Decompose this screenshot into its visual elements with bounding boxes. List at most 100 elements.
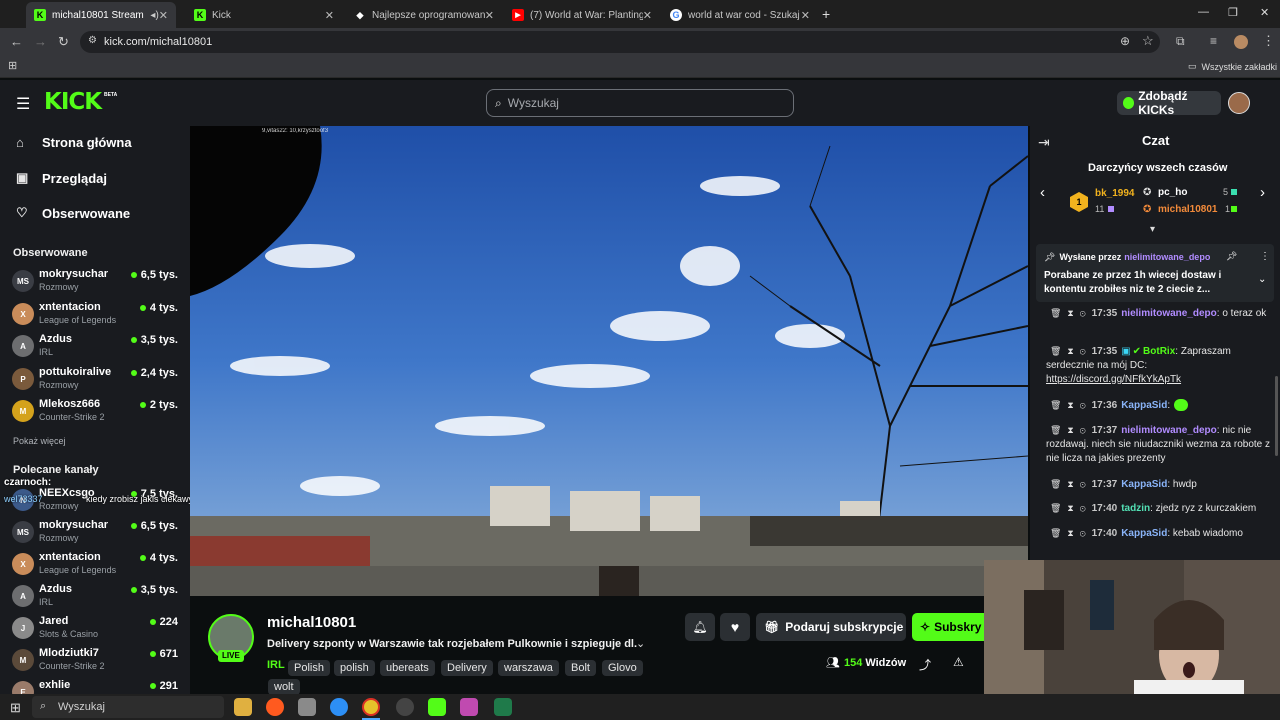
taskbar-search[interactable]: ⌕ Wyszukaj [32, 696, 224, 718]
reload-icon[interactable]: ↻ [58, 34, 69, 50]
notification-bell-button[interactable]: 🔔︎ [685, 613, 715, 641]
apps-grid-icon[interactable]: ⊞ [8, 59, 17, 72]
kick-logo[interactable]: KICK [44, 89, 102, 115]
mod-action-icons[interactable]: 🗑︎⧗⊙ [1050, 503, 1092, 513]
tag[interactable]: Polish [288, 660, 330, 676]
app-icon[interactable] [460, 698, 478, 716]
message-username[interactable]: KappaSid [1121, 479, 1167, 490]
search-input[interactable]: ⌕ Wyszukaj [486, 89, 794, 117]
bookmark-star-icon[interactable]: ☆ [1142, 33, 1154, 49]
recommended-channel[interactable]: J Jared Slots & Casino 224 [12, 614, 184, 644]
windows-start-icon[interactable]: ⊞ [10, 700, 21, 716]
recommended-channel[interactable]: X xntentacion League of Legends 4 tys. [12, 550, 184, 580]
follow-heart-button[interactable]: ♥ [720, 613, 750, 641]
nav-following[interactable]: ♡ Obserwowane [16, 205, 130, 221]
close-window-icon[interactable]: ✕ [1260, 6, 1269, 19]
mod-action-icons[interactable]: 🗑︎⧗⊙ [1050, 528, 1092, 538]
gift-subs-button[interactable]: 🎁︎ Podaruj subskrypcje [756, 613, 906, 641]
user-avatar[interactable] [1228, 92, 1250, 114]
app-icon[interactable] [494, 698, 512, 716]
followed-channel[interactable]: MS mokrysuchar Rozmowy 6,5 tys. [12, 267, 184, 297]
tag[interactable]: Delivery [441, 660, 493, 676]
brave-browser-icon[interactable] [266, 698, 284, 716]
edge-browser-icon[interactable] [330, 698, 348, 716]
mod-action-icons[interactable]: 🗑︎⧗⊙ [1050, 400, 1092, 410]
recommended-channel[interactable]: A Azdus IRL 3,5 tys. [12, 582, 184, 612]
close-tab-icon[interactable]: ✕ [325, 9, 334, 22]
menu-kebab-icon[interactable]: ⋮ [1262, 33, 1275, 49]
channel-name[interactable]: michal10801 [267, 614, 356, 631]
hamburger-menu-icon[interactable]: ☰ [16, 94, 30, 114]
chat-scrollbar[interactable] [1275, 376, 1278, 456]
recommended-channel[interactable]: M Mlodziutki7 Counter-Strike 2 671 [12, 646, 184, 676]
restore-icon[interactable]: ❐ [1228, 6, 1238, 19]
followed-channel[interactable]: M Mlekosz666 Counter-Strike 2 2 tys. [12, 397, 184, 427]
followed-channel[interactable]: X xntentacion League of Legends 4 tys. [12, 300, 184, 330]
forward-icon[interactable]: → [34, 34, 47, 49]
back-icon[interactable]: ← [10, 34, 23, 49]
obs-icon[interactable] [396, 698, 414, 716]
nav-browse[interactable]: ▣ Przeglądaj [16, 170, 107, 186]
site-info-icon[interactable]: ⚙ [88, 35, 97, 46]
pinned-message[interactable]: 📌︎ Wysłane przez nielimitowane_depo 📌︎ ⋮… [1036, 244, 1274, 302]
donor-name[interactable]: pc_ho [1158, 187, 1187, 198]
file-explorer-icon[interactable] [234, 698, 252, 716]
donor-name[interactable]: bk_1994 [1095, 188, 1134, 199]
subscribe-button[interactable]: ✧ Subskry [912, 613, 984, 641]
mod-action-icons[interactable]: 🗑︎⧗⊙ [1050, 479, 1092, 489]
speaker-icon[interactable]: ◂) [150, 10, 158, 21]
kick-app-icon[interactable] [428, 698, 446, 716]
tag[interactable]: Bolt [565, 660, 596, 676]
donor-name[interactable]: michal10801 [1158, 204, 1218, 215]
message-username[interactable]: tadzin [1121, 503, 1150, 514]
tag[interactable]: ubereats [380, 660, 435, 676]
collapse-chat-icon[interactable]: ⇥ [1038, 134, 1050, 151]
report-warning-icon[interactable]: ⚠ [953, 655, 964, 669]
browser-tab[interactable]: ◆ Najlepsze oprogramowanie do ✕ [346, 2, 502, 28]
message-link[interactable]: https://discord.gg/NFfkYkApTk [1046, 374, 1181, 385]
chevron-left-icon[interactable]: ‹ [1040, 184, 1045, 201]
tag[interactable]: polish [334, 660, 375, 676]
share-icon[interactable]: ⤴ [919, 656, 931, 673]
browser-tab-active[interactable]: K michal10801 Stream - Watc ◂) ✕ [26, 2, 176, 28]
minimize-icon[interactable]: — [1198, 6, 1209, 18]
all-bookmarks-folder[interactable]: ▭ Wszystkie zakładki [1188, 61, 1277, 72]
show-more-link[interactable]: Pokaż więcej [13, 436, 66, 446]
get-kicks-button[interactable]: Zdobądź KICKs [1117, 89, 1221, 117]
video-player[interactable]: 9,vitas22: 10,krzysztoof3 [190, 126, 1028, 596]
new-tab-button[interactable]: + [822, 6, 830, 22]
nav-home[interactable]: ⌂ Strona główna [16, 135, 132, 150]
expand-donors-icon[interactable]: ▾ [1150, 224, 1155, 235]
close-tab-icon[interactable]: ✕ [159, 9, 168, 22]
mod-action-icons[interactable]: 🗑︎⧗⊙ [1050, 425, 1092, 435]
message-username[interactable]: BotRix [1143, 346, 1175, 357]
browser-tab[interactable]: ▶ (7) World at War: Planting the F ✕ [504, 2, 660, 28]
followed-channel[interactable]: A Azdus IRL 3,5 tys. [12, 332, 184, 362]
followed-channel[interactable]: P pottukoiralive Rozmowy 2,4 tys. [12, 365, 184, 395]
message-username[interactable]: KappaSid [1121, 528, 1167, 539]
zoom-icon[interactable]: ⊕ [1120, 34, 1130, 48]
pin-icon[interactable]: 📌︎ [1226, 251, 1237, 262]
tag[interactable]: wolt [268, 679, 300, 695]
chevron-right-icon[interactable]: › [1260, 184, 1265, 201]
close-tab-icon[interactable]: ✕ [801, 9, 810, 22]
browser-tab[interactable]: G world at war cod - Szukaj w Go ✕ [662, 2, 818, 28]
tag[interactable]: Glovo [602, 660, 643, 676]
more-options-icon[interactable]: ⋮ [1260, 251, 1270, 262]
extensions-icon[interactable]: ⧉ [1176, 34, 1185, 49]
mod-action-icons[interactable]: 🗑︎⧗⊙ [1050, 308, 1092, 318]
profile-avatar[interactable] [1234, 35, 1248, 49]
chevron-down-icon[interactable]: ⌄ [1258, 274, 1266, 285]
mod-action-icons[interactable]: 🗑︎⧗⊙ [1050, 346, 1092, 356]
app-icon[interactable] [298, 698, 316, 716]
message-username[interactable]: nielimitowane_depo [1121, 308, 1217, 319]
message-username[interactable]: KappaSid [1121, 400, 1167, 411]
tag[interactable]: warszawa [498, 660, 559, 676]
chevron-down-icon[interactable]: ⌄ [636, 637, 645, 650]
browser-tab[interactable]: K Kick ✕ [186, 2, 342, 28]
reading-list-icon[interactable]: ≡ [1210, 34, 1217, 48]
message-username[interactable]: nielimitowane_depo [1121, 425, 1217, 436]
chrome-browser-icon[interactable] [362, 698, 380, 716]
stream-category[interactable]: IRL [267, 659, 285, 671]
close-tab-icon[interactable]: ✕ [643, 9, 652, 22]
